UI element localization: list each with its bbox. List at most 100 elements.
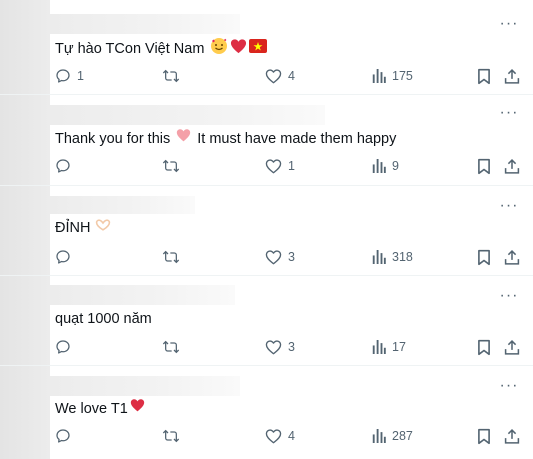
repost-button[interactable] (162, 337, 186, 357)
repost-button[interactable] (162, 247, 186, 267)
repost-button[interactable] (162, 156, 186, 176)
reply-button[interactable]: 1 (55, 66, 84, 86)
more-options-button[interactable]: ··· (499, 376, 519, 396)
repost-button[interactable] (162, 426, 186, 446)
heart-icon (265, 159, 282, 174)
view-count: 9 (392, 159, 399, 173)
like-button[interactable]: 4 (265, 66, 295, 86)
share-icon (504, 339, 520, 355)
view-count: 175 (392, 69, 413, 83)
avatar-redacted (0, 0, 50, 94)
more-options-button[interactable]: ··· (499, 14, 519, 34)
reply-post[interactable]: ··· We love T1 4 287 (0, 366, 533, 459)
post-text: Tự hào TCon Việt Nam (55, 37, 268, 61)
views-icon (372, 250, 386, 264)
red-heart-icon (130, 398, 145, 419)
repost-icon (162, 159, 180, 173)
bookmark-button[interactable] (474, 156, 494, 176)
views-button[interactable]: 17 (372, 337, 406, 357)
more-options-button[interactable]: ··· (499, 103, 519, 123)
post-text-content: We love T1 (55, 400, 128, 417)
heart-icon (265, 340, 282, 355)
views-button[interactable]: 175 (372, 66, 413, 86)
more-options-button[interactable]: ··· (499, 286, 519, 306)
bookmark-button[interactable] (474, 337, 494, 357)
heart-icon (265, 250, 282, 265)
red-heart-icon (230, 38, 247, 61)
post-text-content: ĐỈNH (55, 220, 91, 236)
views-icon (372, 340, 386, 354)
share-button[interactable] (502, 66, 522, 86)
avatar-redacted (0, 366, 50, 459)
post-actions: 3 318 (55, 247, 522, 267)
reply-button[interactable] (55, 426, 77, 446)
views-button[interactable]: 287 (372, 426, 413, 446)
bookmark-icon (478, 249, 490, 265)
reply-button[interactable] (55, 337, 77, 357)
post-actions: 3 17 (55, 337, 522, 357)
reply-post[interactable]: ··· ĐỈNH 3 318 (0, 186, 533, 276)
view-count: 17 (392, 340, 406, 354)
reply-post[interactable]: ··· quạt 1000 năm 3 17 (0, 276, 533, 366)
post-text-content: Tự hào TCon Việt Nam (55, 41, 205, 57)
bookmark-button[interactable] (474, 247, 494, 267)
views-icon (372, 429, 386, 443)
reply-post[interactable]: ··· Thank you for this It must have made… (0, 95, 533, 186)
reply-icon (56, 250, 70, 264)
post-text: quạt 1000 năm (55, 309, 152, 329)
like-button[interactable]: 3 (265, 247, 295, 267)
post-text: Thank you for this It must have made the… (55, 128, 396, 149)
reply-button[interactable] (55, 247, 77, 267)
share-icon (504, 68, 520, 84)
bookmark-icon (478, 428, 490, 444)
share-icon (504, 158, 520, 174)
views-button[interactable]: 318 (372, 247, 413, 267)
post-text: We love T1 (55, 398, 145, 419)
like-count: 3 (288, 340, 295, 354)
like-button[interactable]: 3 (265, 337, 295, 357)
views-icon (372, 69, 386, 83)
reply-icon (56, 340, 70, 354)
author-name-redacted (50, 14, 240, 34)
views-icon (372, 159, 386, 173)
like-button[interactable]: 1 (265, 156, 295, 176)
more-options-button[interactable]: ··· (499, 196, 519, 216)
reply-icon (56, 159, 70, 173)
bookmark-icon (478, 158, 490, 174)
post-actions: 1 4 175 (55, 66, 522, 86)
share-button[interactable] (502, 247, 522, 267)
post-actions: 1 9 (55, 156, 522, 176)
like-count: 3 (288, 250, 295, 264)
repost-button[interactable] (162, 66, 186, 86)
reply-icon (56, 69, 70, 83)
repost-icon (162, 250, 180, 264)
like-button[interactable]: 4 (265, 426, 295, 446)
heart-icon (265, 69, 282, 84)
reply-button[interactable] (55, 156, 77, 176)
repost-icon (162, 69, 180, 83)
view-count: 287 (392, 429, 413, 443)
author-name-redacted (50, 105, 325, 125)
bookmark-icon (478, 339, 490, 355)
vietnam-flag-icon (249, 39, 268, 59)
bookmark-button[interactable] (474, 66, 494, 86)
post-actions: 4 287 (55, 426, 522, 446)
bookmark-icon (478, 68, 490, 84)
repost-icon (162, 429, 180, 443)
reply-post[interactable]: ··· Tự hào TCon Việt Nam 1 4 175 (0, 0, 533, 95)
pink-heart-icon (176, 128, 191, 149)
heart-icon (265, 429, 282, 444)
share-button[interactable] (502, 426, 522, 446)
share-button[interactable] (502, 337, 522, 357)
author-name-redacted (50, 196, 195, 214)
views-button[interactable]: 9 (372, 156, 399, 176)
reply-count: 1 (77, 69, 84, 83)
like-count: 4 (288, 69, 295, 83)
view-count: 318 (392, 250, 413, 264)
avatar-redacted (0, 95, 50, 185)
share-icon (504, 249, 520, 265)
reply-feed: ··· Tự hào TCon Việt Nam 1 4 175 ··· Tha… (0, 0, 533, 459)
like-count: 4 (288, 429, 295, 443)
bookmark-button[interactable] (474, 426, 494, 446)
share-button[interactable] (502, 156, 522, 176)
